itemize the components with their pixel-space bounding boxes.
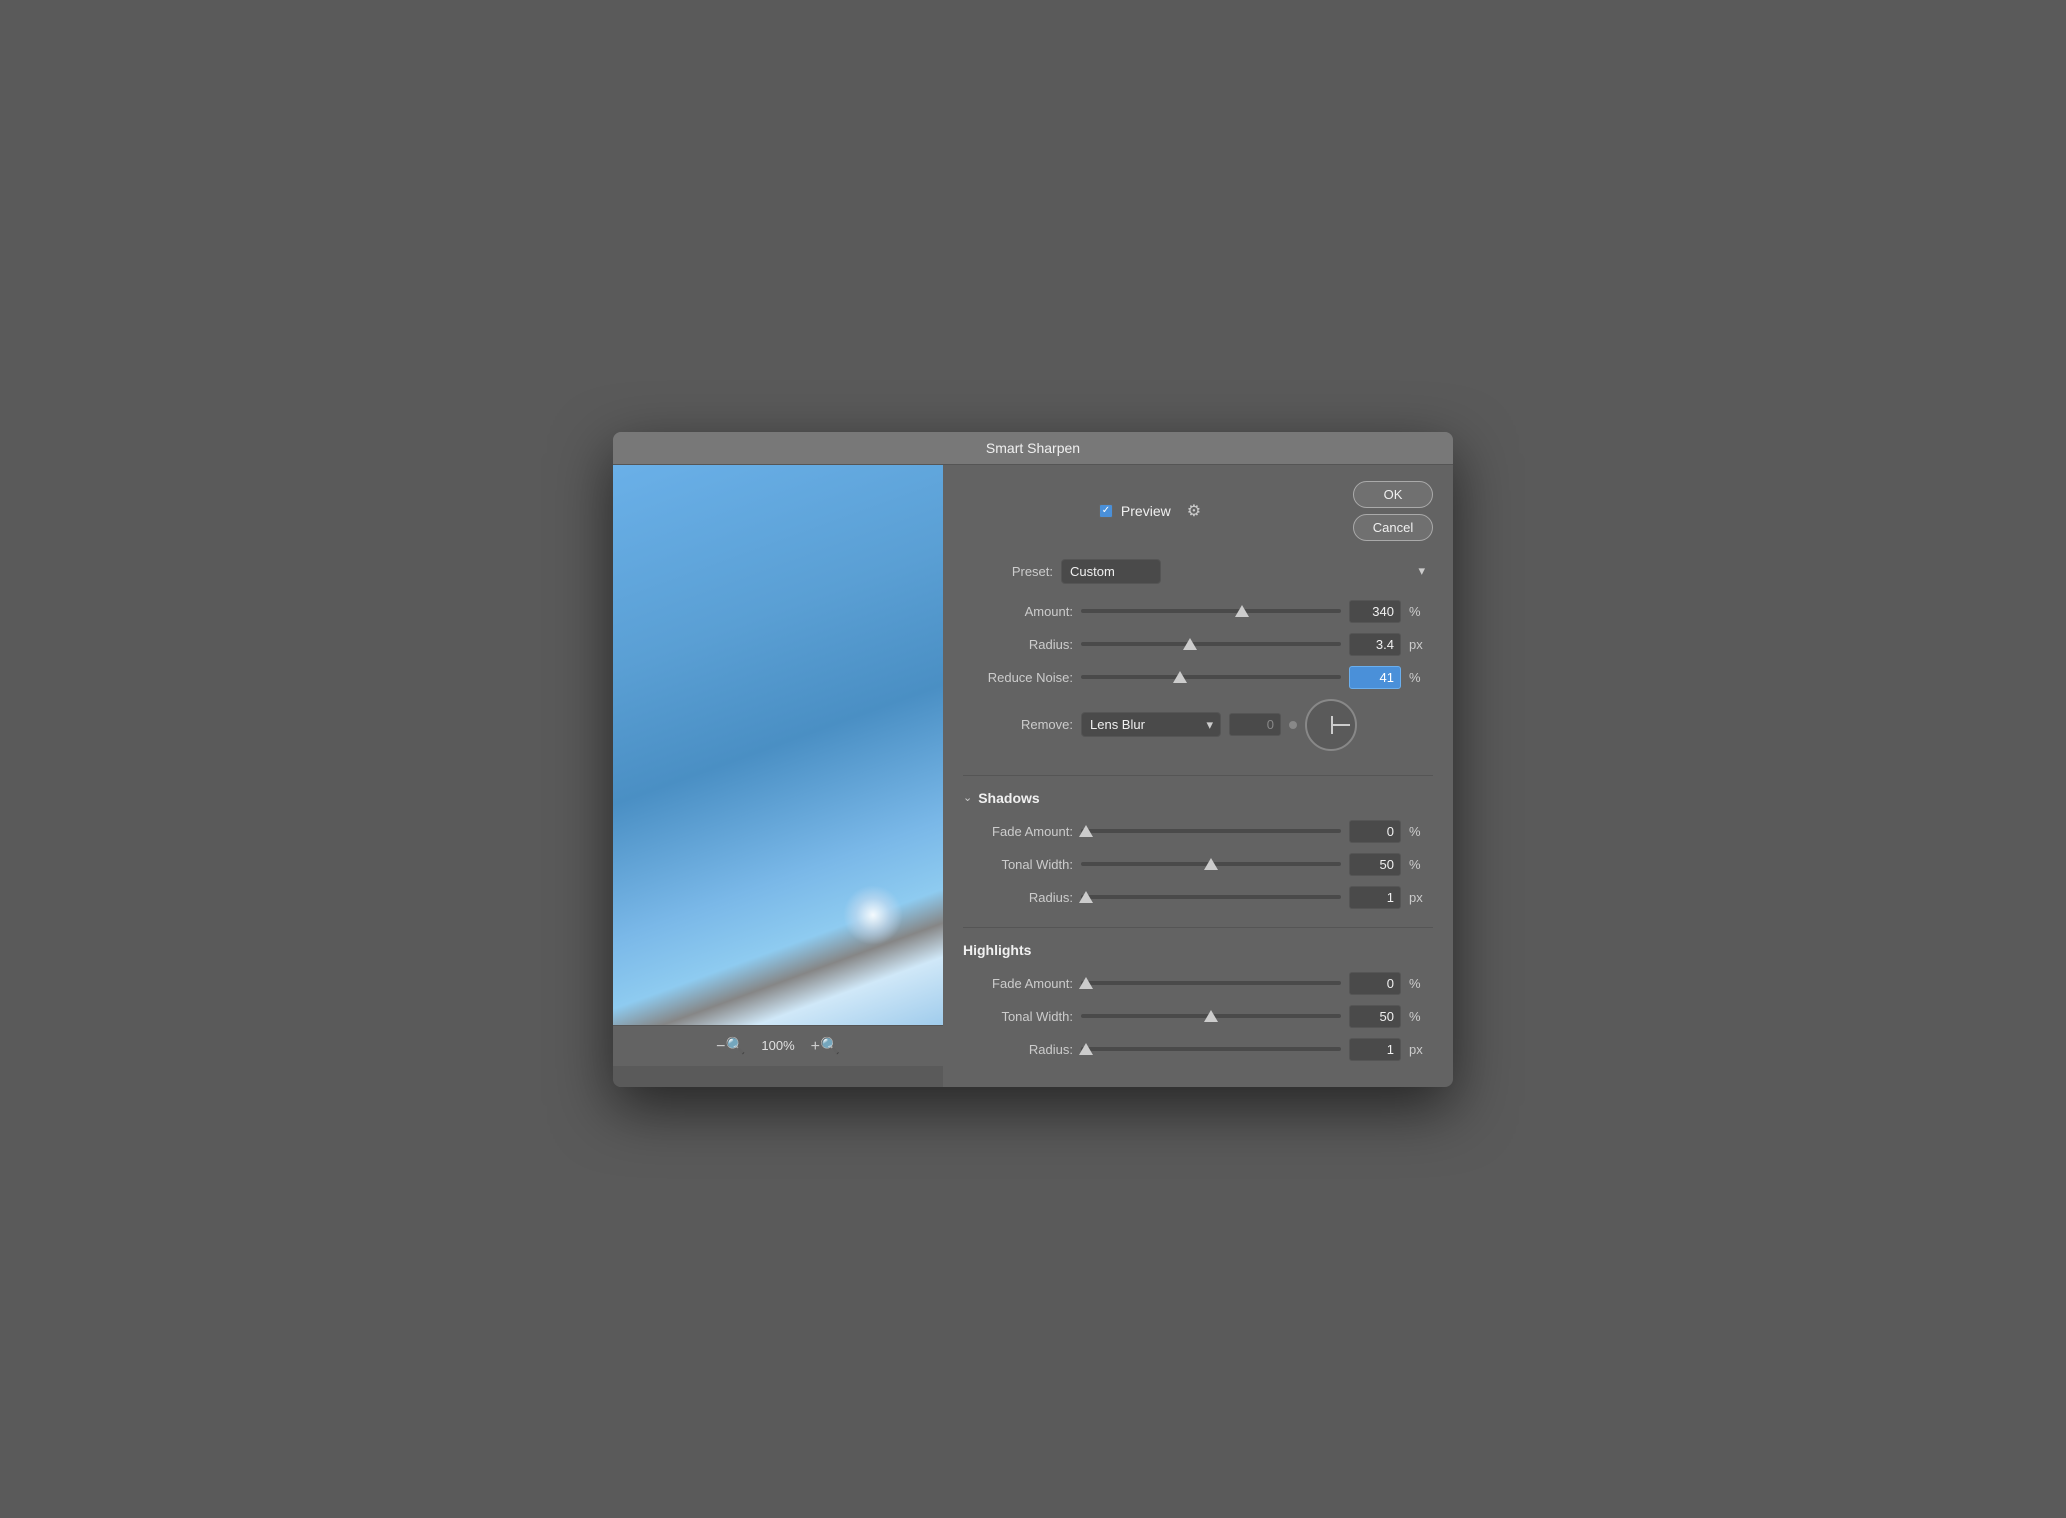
controls-panel: ✓ Preview ⚙ OK Cancel Preset: Custom Def… xyxy=(943,465,1453,1087)
shadows-radius-thumb xyxy=(1079,891,1093,903)
reduce-noise-value[interactable] xyxy=(1349,666,1401,689)
preview-image[interactable] xyxy=(613,465,943,1025)
shadows-tonal-track xyxy=(1081,862,1341,866)
radius-label: Radius: xyxy=(963,637,1073,652)
highlights-fade-track xyxy=(1081,981,1341,985)
highlights-fade-label: Fade Amount: xyxy=(963,976,1073,991)
highlights-fade-value[interactable] xyxy=(1349,972,1401,995)
action-buttons: OK Cancel xyxy=(1353,481,1433,541)
angle-value[interactable] xyxy=(1229,713,1281,736)
amount-thumb xyxy=(1235,605,1249,617)
highlights-tonal-label: Tonal Width: xyxy=(963,1009,1073,1024)
cancel-button[interactable]: Cancel xyxy=(1353,514,1433,541)
preview-checkbox[interactable]: ✓ xyxy=(1099,504,1113,518)
shadows-title: Shadows xyxy=(978,790,1039,806)
reduce-noise-row: Reduce Noise: % xyxy=(963,666,1433,689)
highlights-title: Highlights xyxy=(963,942,1031,958)
highlights-fade-slider[interactable] xyxy=(1081,973,1341,993)
zoom-in-icon[interactable]: +🔍 xyxy=(811,1036,840,1056)
radius-row: Radius: px xyxy=(963,633,1433,656)
preset-row: Preset: Custom Default Save Preset... xyxy=(963,559,1433,584)
shadows-radius-unit: px xyxy=(1409,890,1433,905)
preview-panel: −🔍 100% +🔍 xyxy=(613,465,943,1087)
amount-unit: % xyxy=(1409,604,1433,619)
shadows-fade-thumb xyxy=(1079,825,1093,837)
shadows-tonal-unit: % xyxy=(1409,857,1433,872)
highlights-radius-row: Radius: px xyxy=(963,1038,1433,1061)
highlights-tonal-thumb xyxy=(1204,1010,1218,1022)
highlights-tonal-width-row: Tonal Width: % xyxy=(963,1005,1433,1028)
dialog-title: Smart Sharpen xyxy=(613,432,1453,465)
radius-unit: px xyxy=(1409,637,1433,652)
shadows-fade-slider[interactable] xyxy=(1081,821,1341,841)
highlights-fade-thumb xyxy=(1079,977,1093,989)
reduce-noise-thumb xyxy=(1173,671,1187,683)
highlights-tonal-track xyxy=(1081,1014,1341,1018)
angle-wheel[interactable] xyxy=(1305,699,1357,751)
reduce-noise-track xyxy=(1081,675,1341,679)
zoom-out-icon[interactable]: −🔍 xyxy=(716,1036,745,1056)
reduce-noise-label: Reduce Noise: xyxy=(963,670,1073,685)
highlights-fade-amount-row: Fade Amount: % xyxy=(963,972,1433,995)
gear-button[interactable]: ⚙ xyxy=(1187,501,1201,521)
shadows-fade-unit: % xyxy=(1409,824,1433,839)
radius-thumb xyxy=(1183,638,1197,650)
preset-select[interactable]: Custom Default Save Preset... xyxy=(1061,559,1161,584)
highlights-radius-value[interactable] xyxy=(1349,1038,1401,1061)
highlights-radius-slider[interactable] xyxy=(1081,1039,1341,1059)
shadows-radius-row: Radius: px xyxy=(963,886,1433,909)
shadows-fade-amount-row: Fade Amount: % xyxy=(963,820,1433,843)
amount-row: Amount: % xyxy=(963,600,1433,623)
smart-sharpen-dialog: Smart Sharpen −🔍 100% +🔍 ✓ Preview ⚙ OK xyxy=(613,432,1453,1087)
shadows-fade-value[interactable] xyxy=(1349,820,1401,843)
highlights-tonal-unit: % xyxy=(1409,1009,1433,1024)
preset-select-wrapper: Custom Default Save Preset... xyxy=(1061,559,1433,584)
shadows-section-header: ⌄ Shadows xyxy=(963,775,1433,806)
top-row: ✓ Preview ⚙ OK Cancel xyxy=(963,481,1433,541)
preview-label: Preview xyxy=(1121,503,1171,519)
remove-label: Remove: xyxy=(963,717,1073,732)
amount-slider-wrapper[interactable] xyxy=(1081,601,1341,621)
shadows-fade-label: Fade Amount: xyxy=(963,824,1073,839)
ok-button[interactable]: OK xyxy=(1353,481,1433,508)
highlights-section-header: Highlights xyxy=(963,927,1433,958)
radius-slider-wrapper[interactable] xyxy=(1081,634,1341,654)
shadows-tonal-thumb xyxy=(1204,858,1218,870)
title-text: Smart Sharpen xyxy=(986,440,1080,456)
preview-controls: −🔍 100% +🔍 xyxy=(613,1025,943,1066)
radius-track xyxy=(1081,642,1341,646)
remove-select-wrapper: Gaussian Blur Lens Blur Motion Blur xyxy=(1081,712,1221,737)
zoom-level: 100% xyxy=(761,1038,794,1053)
amount-label: Amount: xyxy=(963,604,1073,619)
highlights-fade-unit: % xyxy=(1409,976,1433,991)
shadows-radius-value[interactable] xyxy=(1349,886,1401,909)
reduce-noise-unit: % xyxy=(1409,670,1433,685)
highlights-radius-track xyxy=(1081,1047,1341,1051)
shadows-tonal-label: Tonal Width: xyxy=(963,857,1073,872)
remove-select[interactable]: Gaussian Blur Lens Blur Motion Blur xyxy=(1081,712,1221,737)
highlights-radius-unit: px xyxy=(1409,1042,1433,1057)
shadows-radius-label: Radius: xyxy=(963,890,1073,905)
reduce-noise-slider-wrapper[interactable] xyxy=(1081,667,1341,687)
amount-value[interactable] xyxy=(1349,600,1401,623)
shadows-radius-slider[interactable] xyxy=(1081,887,1341,907)
preview-check-area: ✓ Preview ⚙ xyxy=(963,501,1337,521)
remove-row: Remove: Gaussian Blur Lens Blur Motion B… xyxy=(963,699,1433,751)
radius-value[interactable] xyxy=(1349,633,1401,656)
shadows-tonal-slider[interactable] xyxy=(1081,854,1341,874)
preset-label: Preset: xyxy=(963,564,1053,579)
shadows-tonal-value[interactable] xyxy=(1349,853,1401,876)
shadows-radius-track xyxy=(1081,895,1341,899)
amount-track xyxy=(1081,609,1341,613)
highlights-tonal-value[interactable] xyxy=(1349,1005,1401,1028)
highlights-tonal-slider[interactable] xyxy=(1081,1006,1341,1026)
highlights-radius-thumb xyxy=(1079,1043,1093,1055)
shadows-tonal-width-row: Tonal Width: % xyxy=(963,853,1433,876)
highlights-radius-label: Radius: xyxy=(963,1042,1073,1057)
angle-dot xyxy=(1289,721,1297,729)
shadows-chevron[interactable]: ⌄ xyxy=(963,791,972,804)
shadows-fade-track xyxy=(1081,829,1341,833)
